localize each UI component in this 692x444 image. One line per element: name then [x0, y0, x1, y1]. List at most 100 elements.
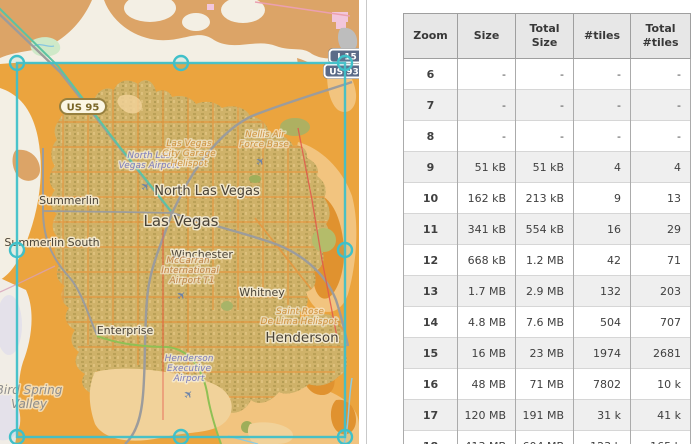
us95-shield-label: US 95 — [67, 103, 100, 114]
cell-total-size: 213 kB — [516, 183, 574, 214]
table-row: 951 kB51 kB44 — [404, 152, 691, 183]
cell-total-size: 71 MB — [516, 369, 574, 400]
panel-divider — [366, 0, 367, 444]
cell-total-tiles: - — [631, 121, 691, 152]
cell-zoom: 13 — [404, 276, 458, 307]
table-row: 11341 kB554 kB1629 — [404, 214, 691, 245]
cell-zoom: 9 — [404, 152, 458, 183]
label-mccarran: International — [161, 266, 219, 276]
label-mccarran: McCarran — [166, 256, 209, 266]
tile-size-table: Zoom Size Total Size #tiles Total #tiles… — [403, 13, 691, 444]
resize-handle-nw[interactable] — [10, 56, 24, 70]
label-city-garage-helispot: Helispot — [171, 159, 208, 169]
cell-tiles: 16 — [574, 214, 631, 245]
cell-tiles: - — [574, 121, 631, 152]
cell-zoom: 15 — [404, 338, 458, 369]
header-total-size: Total Size — [516, 14, 574, 59]
table-row: 18413 MB604 MB123 k165 k — [404, 431, 691, 444]
label-bird-spring-valley: Bird Spring — [0, 383, 63, 397]
cell-total-tiles: 41 k — [631, 400, 691, 431]
label-henderson: Henderson — [265, 330, 338, 346]
cell-tiles: 7802 — [574, 369, 631, 400]
cell-tiles: 1974 — [574, 338, 631, 369]
cell-total-tiles: 165 k — [631, 431, 691, 444]
cell-zoom: 11 — [404, 214, 458, 245]
cell-total-tiles: 4 — [631, 152, 691, 183]
cell-tiles: 123 k — [574, 431, 631, 444]
cell-total-size: 191 MB — [516, 400, 574, 431]
cell-zoom: 17 — [404, 400, 458, 431]
cell-total-tiles: - — [631, 59, 691, 90]
cell-total-size: 2.9 MB — [516, 276, 574, 307]
cell-total-size: 51 kB — [516, 152, 574, 183]
cell-size: - — [458, 90, 516, 121]
resize-handle-ne[interactable] — [338, 56, 352, 70]
map-panel[interactable]: ✈ ✈ ✈ ✈ US 95 I-15 US 93 Su — [0, 0, 359, 444]
resize-handle-sw[interactable] — [10, 430, 24, 444]
resize-handle-n[interactable] — [174, 56, 188, 70]
cell-size: 413 MB — [458, 431, 516, 444]
table-row: 1516 MB23 MB19742681 — [404, 338, 691, 369]
table-row: 7---- — [404, 90, 691, 121]
label-enterprise: Enterprise — [97, 324, 154, 337]
cell-zoom: 16 — [404, 369, 458, 400]
label-summerlin: Summerlin — [39, 194, 99, 207]
cell-total-size: 23 MB — [516, 338, 574, 369]
cell-total-size: - — [516, 90, 574, 121]
label-saint-rose-helispot: De Lima Helispot — [261, 317, 338, 327]
cell-total-size: 554 kB — [516, 214, 574, 245]
map-canvas: ✈ ✈ ✈ ✈ US 95 I-15 US 93 Su — [0, 0, 359, 444]
cell-size: 120 MB — [458, 400, 516, 431]
table-row: 8---- — [404, 121, 691, 152]
cell-total-tiles: 71 — [631, 245, 691, 276]
cell-total-tiles: 707 — [631, 307, 691, 338]
cell-size: 48 MB — [458, 369, 516, 400]
cell-zoom: 10 — [404, 183, 458, 214]
header-total-tiles: Total #tiles — [631, 14, 691, 59]
cell-size: 341 kB — [458, 214, 516, 245]
label-las-vegas: Las Vegas — [144, 212, 219, 230]
label-henderson-exec: Executive — [167, 364, 212, 374]
label-city-garage-helispot: Las Vegas — [166, 139, 211, 149]
cell-size: 51 kB — [458, 152, 516, 183]
cell-tiles: 31 k — [574, 400, 631, 431]
cell-size: 668 kB — [458, 245, 516, 276]
cell-zoom: 7 — [404, 90, 458, 121]
screen: ✈ ✈ ✈ ✈ US 95 I-15 US 93 Su — [0, 0, 692, 444]
cell-tiles: 4 — [574, 152, 631, 183]
cell-zoom: 12 — [404, 245, 458, 276]
table-row: 1648 MB71 MB780210 k — [404, 369, 691, 400]
cell-total-tiles: 10 k — [631, 369, 691, 400]
label-mccarran: Airport T1 — [169, 276, 215, 286]
cell-total-size: 604 MB — [516, 431, 574, 444]
cell-tiles: 42 — [574, 245, 631, 276]
cell-size: 16 MB — [458, 338, 516, 369]
resize-handle-w[interactable] — [10, 243, 24, 257]
table-row: 6---- — [404, 59, 691, 90]
cell-total-size: 7.6 MB — [516, 307, 574, 338]
table-row: 10162 kB213 kB913 — [404, 183, 691, 214]
cell-zoom: 18 — [404, 431, 458, 444]
us95-shield: US 95 — [60, 99, 106, 114]
cell-size: - — [458, 121, 516, 152]
cell-total-size: - — [516, 59, 574, 90]
resize-handle-se[interactable] — [338, 430, 352, 444]
table-row: 144.8 MB7.6 MB504707 — [404, 307, 691, 338]
cell-tiles: 504 — [574, 307, 631, 338]
label-henderson-exec: Henderson — [165, 354, 214, 364]
table-header-row: Zoom Size Total Size #tiles Total #tiles — [404, 14, 691, 59]
resize-handle-e[interactable] — [338, 243, 352, 257]
header-size: Size — [458, 14, 516, 59]
table-row: 17120 MB191 MB31 k41 k — [404, 400, 691, 431]
cell-total-tiles: 13 — [631, 183, 691, 214]
label-nellis-afb: Force Base — [239, 140, 289, 150]
resize-handle-s[interactable] — [174, 430, 188, 444]
label-henderson-exec: Airport — [173, 374, 205, 384]
cell-tiles: 132 — [574, 276, 631, 307]
cell-total-tiles: 2681 — [631, 338, 691, 369]
label-whitney: Whitney — [239, 286, 285, 299]
cell-size: 162 kB — [458, 183, 516, 214]
cell-zoom: 6 — [404, 59, 458, 90]
cell-zoom: 14 — [404, 307, 458, 338]
label-north-las-vegas: North Las Vegas — [154, 184, 260, 199]
